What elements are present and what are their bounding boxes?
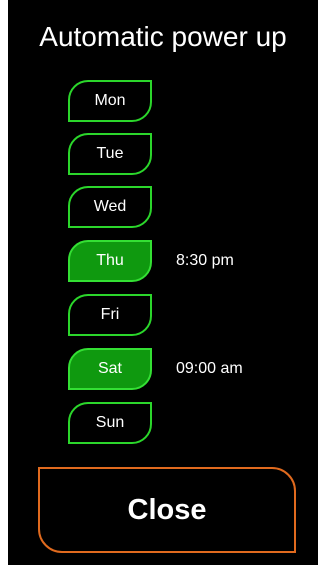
time-label-sat: 09:00 am (176, 360, 243, 377)
day-button-sun[interactable]: Sun (68, 402, 152, 444)
power-up-screen: Automatic power up Mon Tue Wed Thu 8:30 … (8, 0, 318, 565)
time-label-thu: 8:30 pm (176, 252, 234, 269)
day-button-fri[interactable]: Fri (68, 294, 152, 336)
day-button-mon[interactable]: Mon (68, 80, 152, 122)
day-list: Mon Tue Wed Thu 8:30 pm Fri Sat 09:00 am… (8, 0, 318, 460)
day-button-sat[interactable]: Sat (68, 348, 152, 390)
day-button-wed[interactable]: Wed (68, 186, 152, 228)
close-button[interactable]: Close (38, 467, 296, 553)
day-button-tue[interactable]: Tue (68, 133, 152, 175)
day-button-thu[interactable]: Thu (68, 240, 152, 282)
